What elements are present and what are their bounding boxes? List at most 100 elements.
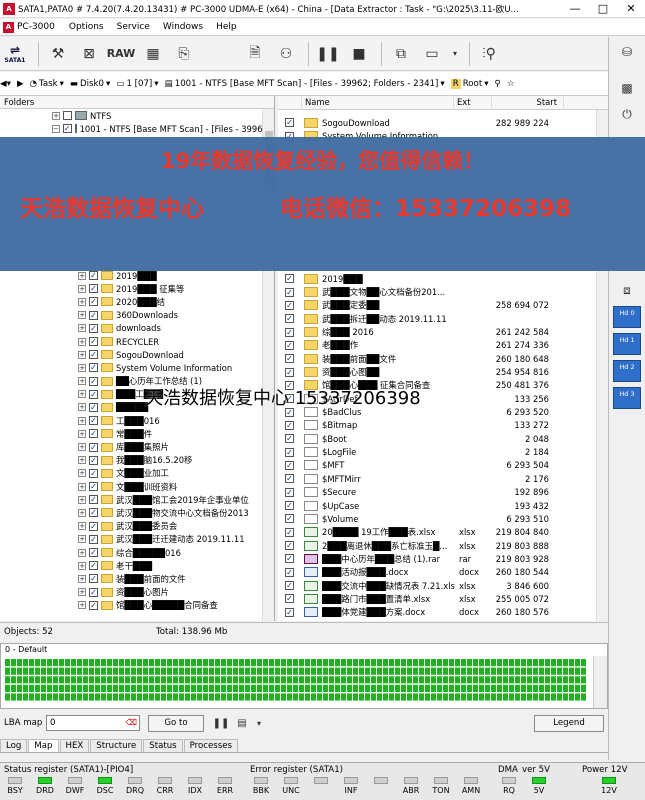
expand-toggle[interactable]: + xyxy=(78,350,86,359)
col-ext[interactable]: Ext xyxy=(454,96,492,110)
file-row[interactable]: ✓ ███路门市███置清单.xlsx xlsx 255 005 072 xyxy=(278,592,596,605)
tools-button[interactable]: ⚒ xyxy=(44,40,72,68)
file-row[interactable]: ✓ ███中心历年███总结 (1).rar rar 219 803 928 xyxy=(278,552,596,565)
tree-checkbox[interactable]: ✓ xyxy=(89,363,98,373)
file-row[interactable]: ✓ ███活动报███.docx docx 260 180 544 xyxy=(278,566,596,579)
expand-toggle[interactable]: + xyxy=(78,403,86,412)
tree-row[interactable]: + ✓ 360Downloads xyxy=(0,309,262,322)
expand-toggle[interactable]: + xyxy=(78,588,86,597)
expand-toggle[interactable]: + xyxy=(78,508,86,517)
raw-button[interactable]: RAW xyxy=(106,40,136,68)
expand-toggle[interactable]: + xyxy=(78,429,86,438)
file-row[interactable]: ✓ SogouDownload 282 989 224 xyxy=(278,116,596,129)
file-row[interactable]: ✓ $UpCase 193 432 xyxy=(278,499,596,512)
file-row[interactable]: ✓ 武███文物██心文档备份201... xyxy=(278,285,596,298)
map-view-button[interactable]: ▤ xyxy=(233,714,251,732)
map-scrollbar[interactable] xyxy=(593,656,607,708)
expand-toggle[interactable]: + xyxy=(78,522,86,531)
minimize-button[interactable]: — xyxy=(561,0,589,18)
tree-checkbox[interactable]: ✓ xyxy=(89,455,98,465)
file-checkbox[interactable]: ✓ xyxy=(285,327,294,337)
file-checkbox[interactable]: ✓ xyxy=(285,501,294,511)
tree-row[interactable]: + ✓ 武汉███物交流中心文档备份2013 xyxy=(0,506,262,519)
expand-toggle[interactable]: + xyxy=(52,111,60,120)
expand-toggle[interactable]: + xyxy=(78,482,86,491)
file-checkbox[interactable]: ✓ xyxy=(285,581,294,591)
file-checkbox[interactable]: ✓ xyxy=(285,354,294,364)
tree-checkbox[interactable]: ✓ xyxy=(89,416,98,426)
tree-row[interactable]: + ✓ 武汉███馆工会2019年企事业单位 xyxy=(0,493,262,506)
back-button[interactable]: ◀▾ xyxy=(0,79,11,89)
tab-log[interactable]: Log xyxy=(0,739,28,752)
file-checkbox[interactable]: ✓ xyxy=(285,567,294,577)
hd2-button[interactable]: Hd 2 xyxy=(613,360,641,382)
tree-row[interactable]: + ✓ 综合█████016 xyxy=(0,546,262,559)
file-checkbox[interactable]: ✓ xyxy=(285,527,294,537)
breadcrumb-partition[interactable]: ▭ 1 [07] ▾ xyxy=(116,79,158,89)
expand-toggle[interactable]: + xyxy=(78,443,86,452)
expand-toggle[interactable]: + xyxy=(78,337,86,346)
tree-checkbox[interactable]: ✓ xyxy=(89,297,98,307)
expand-toggle[interactable]: + xyxy=(78,390,86,399)
menu-options[interactable]: Options xyxy=(69,22,104,32)
file-row[interactable]: ✓ $MFT 6 293 504 xyxy=(278,459,596,472)
expand-toggle[interactable]: + xyxy=(78,363,86,372)
expand-toggle[interactable]: + xyxy=(78,535,86,544)
file-row[interactable]: ✓ 武███定委██ 258 694 072 xyxy=(278,299,596,312)
hd0-button[interactable]: Hd 0 xyxy=(613,306,641,328)
file-row[interactable]: ✓ 资███心图██ 254 954 816 xyxy=(278,365,596,378)
maximize-button[interactable]: □ xyxy=(589,0,617,18)
tree-row[interactable]: + ✓ 文███业加工 xyxy=(0,467,262,480)
file-row[interactable]: ✓ 2███离退休███系亡标准玉█... xlsx 219 803 888 xyxy=(278,539,596,552)
expand-toggle[interactable]: + xyxy=(78,416,86,425)
file-row[interactable]: ✓ $Bitmap 133 272 xyxy=(278,419,596,432)
file-row[interactable]: ✓ 2019███ xyxy=(278,272,596,285)
tree-checkbox[interactable]: ✓ xyxy=(89,389,98,399)
expand-toggle[interactable]: + xyxy=(78,495,86,504)
favorite-button[interactable]: ☆ xyxy=(507,79,515,89)
tree-checkbox[interactable]: ✓ xyxy=(89,574,98,584)
tree-checkbox[interactable]: ✓ xyxy=(89,587,98,597)
tree-checkbox[interactable]: ✓ xyxy=(89,284,98,294)
file-checkbox[interactable]: ✓ xyxy=(285,474,294,484)
file-checkbox[interactable]: ✓ xyxy=(285,118,294,128)
tree-checkbox[interactable]: ✓ xyxy=(89,482,98,492)
file-row[interactable]: ✓ ███交流中███缺情况表 7.21.xlsx xlsx 3 846 600 xyxy=(278,579,596,592)
tree-row[interactable]: + ✓ 武汉███委员会 xyxy=(0,520,262,533)
expand-toggle[interactable]: + xyxy=(78,574,86,583)
expand-toggle[interactable]: + xyxy=(78,561,86,570)
tree-row[interactable]: + ✓ 2020███结 xyxy=(0,295,262,308)
record-button[interactable]: ⊠ xyxy=(75,40,103,68)
power-button[interactable]: ⏻ xyxy=(612,103,642,125)
tree-row[interactable]: + ✓ RECYCLER xyxy=(0,335,262,348)
tree-checkbox[interactable]: ✓ xyxy=(89,534,98,544)
file-row[interactable]: ✓ ███体党建███方案.docx docx 260 180 576 xyxy=(278,606,596,619)
tree-row[interactable]: + ✓ 常███件 xyxy=(0,427,262,440)
file-checkbox[interactable]: ✓ xyxy=(285,554,294,564)
file-row[interactable]: ✓ 20████ 19工作███表.xlsx xlsx 219 804 840 xyxy=(278,526,596,539)
sata-port-button[interactable]: ⇌ SATA1 xyxy=(0,40,30,68)
expand-toggle[interactable]: + xyxy=(78,601,86,610)
tree-checkbox[interactable]: ✓ xyxy=(89,561,98,571)
tree-checkbox[interactable]: ✓ xyxy=(89,402,98,412)
expand-toggle[interactable]: + xyxy=(78,324,86,333)
file-row[interactable]: ✓ 武███拆迁██动态 2019.11.11 xyxy=(278,312,596,325)
connector-button[interactable]: ⧈ xyxy=(612,279,642,301)
search-button[interactable]: ⚲ xyxy=(495,79,501,89)
tree-checkbox[interactable]: ✓ xyxy=(89,350,98,360)
file-row[interactable]: ✓ $Volume 6 293 510 xyxy=(278,512,596,525)
reset-button[interactable]: ▩ xyxy=(612,77,642,99)
tab-hex[interactable]: HEX xyxy=(59,739,90,752)
file-checkbox[interactable]: ✓ xyxy=(285,447,294,457)
map-button[interactable]: ▦ xyxy=(139,40,167,68)
file-row[interactable]: ✓ 装███前面██文件 260 180 648 xyxy=(278,352,596,365)
tree-checkbox[interactable]: ✓ xyxy=(89,310,98,320)
tree-checkbox[interactable]: ✓ xyxy=(89,600,98,610)
tree-row[interactable]: + ✓ 老干███ xyxy=(0,559,262,572)
tree-checkbox[interactable]: ✓ xyxy=(89,508,98,518)
clear-icon[interactable]: ⌫ xyxy=(126,716,137,730)
breadcrumb-task[interactable]: ◔ Task ▾ xyxy=(30,79,64,89)
hd1-button[interactable]: Hd 1 xyxy=(613,333,641,355)
tree-row[interactable]: + ✓ downloads xyxy=(0,322,262,335)
tree-checkbox[interactable]: ✓ xyxy=(89,429,98,439)
